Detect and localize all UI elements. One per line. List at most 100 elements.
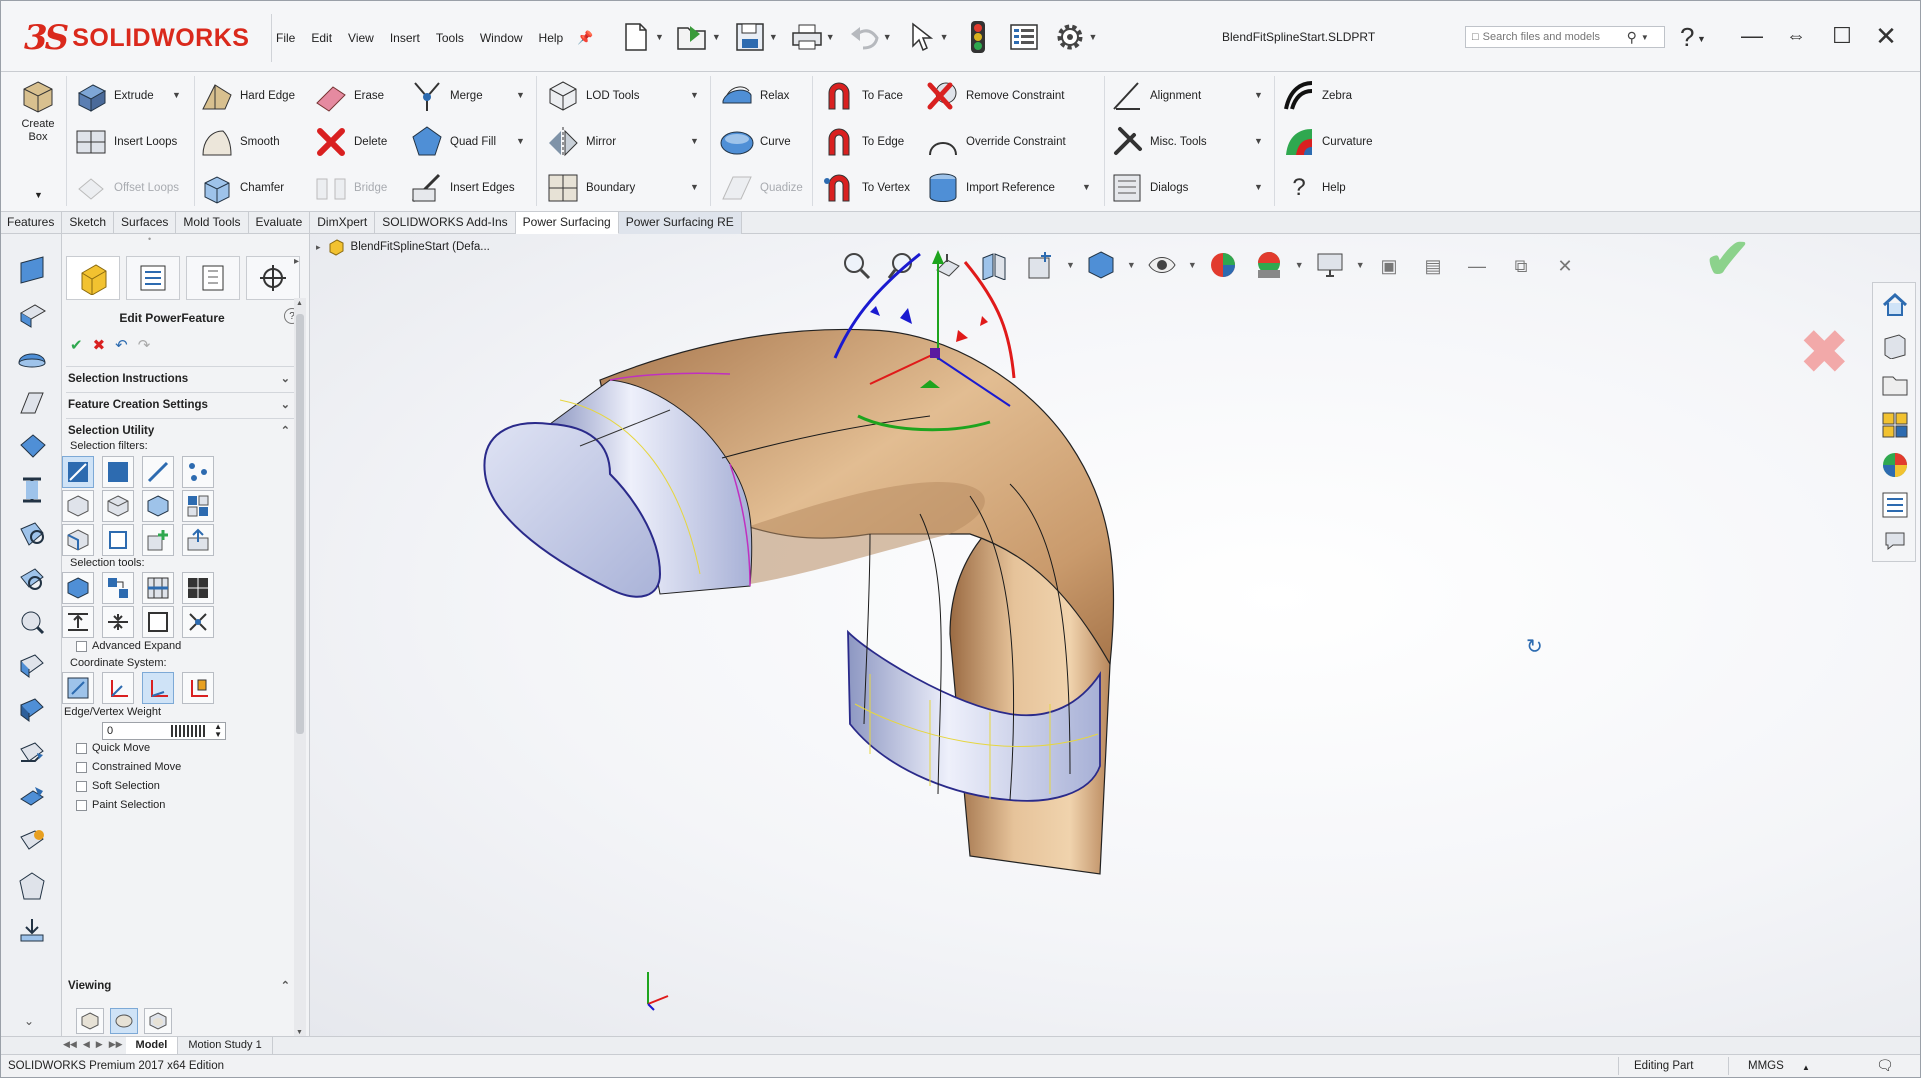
custom-properties-button[interactable]: [1877, 487, 1913, 523]
tab-property-manager[interactable]: [126, 256, 180, 300]
delete-face-button[interactable]: [12, 866, 52, 906]
offset-surface-button[interactable]: [12, 558, 52, 598]
search-box[interactable]: □ ⚲ ▼: [1465, 26, 1665, 48]
chevron-down-icon[interactable]: ▼: [769, 32, 778, 42]
surface-extrude-button[interactable]: [12, 250, 52, 290]
surface-loft-button[interactable]: [12, 382, 52, 422]
filter-vertices-button[interactable]: [182, 456, 214, 488]
chevron-down-icon[interactable]: ▼: [690, 182, 699, 192]
undo-button[interactable]: ▼: [843, 17, 896, 57]
override-constraint-button[interactable]: Override Constraint: [924, 122, 1066, 162]
paint-selection-checkbox[interactable]: Paint Selection: [76, 799, 165, 811]
forum-button[interactable]: [1877, 523, 1913, 559]
spinner-arrows-icon[interactable]: ▲ ▼: [214, 723, 222, 739]
chevron-down-icon[interactable]: ▼: [690, 136, 699, 146]
erase-button[interactable]: Erase: [312, 76, 384, 116]
tab-dimxpert[interactable]: DimXpert: [310, 212, 376, 234]
filter-box-2-button[interactable]: [102, 490, 134, 522]
bridge-button[interactable]: Bridge: [312, 168, 387, 208]
minimize-button[interactable]: —: [1734, 18, 1770, 54]
constrained-move-checkbox[interactable]: Constrained Move: [76, 761, 181, 773]
quad-fill-button[interactable]: Quad Fill ▼: [408, 122, 525, 162]
tab-dimxpert-manager[interactable]: [246, 256, 300, 300]
select-ring-button[interactable]: [182, 572, 214, 604]
coord-world-button[interactable]: [62, 672, 94, 704]
to-vertex-button[interactable]: To Vertex: [820, 168, 910, 208]
filter-faces-button[interactable]: [102, 456, 134, 488]
remove-constraint-button[interactable]: Remove Constraint: [924, 76, 1064, 116]
delete-button[interactable]: Delete: [312, 122, 387, 162]
file-properties-button[interactable]: [1003, 17, 1045, 57]
close-button[interactable]: ✕: [1868, 18, 1904, 54]
scroll-down-icon[interactable]: ▼: [296, 1029, 303, 1036]
first-tab-icon[interactable]: ◀◀: [60, 1037, 80, 1054]
surface-revolve-button[interactable]: [12, 294, 52, 334]
view-palette-button[interactable]: [1877, 407, 1913, 443]
advanced-expand-checkbox[interactable]: Advanced Expand: [76, 640, 181, 652]
to-face-button[interactable]: To Face: [820, 76, 903, 116]
to-edge-button[interactable]: To Edge: [820, 122, 904, 162]
scroll-up-icon[interactable]: ▲: [296, 300, 303, 307]
quick-move-checkbox[interactable]: Quick Move: [76, 742, 150, 754]
offset-loops-button[interactable]: Offset Loops: [72, 168, 179, 208]
open-document-button[interactable]: ▼: [672, 17, 725, 57]
hard-edge-button[interactable]: Hard Edge: [198, 76, 295, 116]
coord-local-button[interactable]: [102, 672, 134, 704]
design-library-button[interactable]: [1877, 327, 1913, 363]
menu-tools[interactable]: Tools: [428, 28, 472, 48]
maximize-button[interactable]: ☐: [1824, 18, 1860, 54]
filter-lines-button[interactable]: [142, 456, 174, 488]
replace-face-button[interactable]: [12, 910, 52, 950]
chevron-right-icon[interactable]: ▸: [294, 256, 299, 267]
next-tab-icon[interactable]: ▶: [93, 1037, 106, 1054]
menu-help[interactable]: Help: [531, 28, 572, 48]
tab-surfaces[interactable]: Surfaces: [114, 212, 177, 234]
view-box-button[interactable]: [76, 1008, 104, 1034]
surface-sweep-button[interactable]: [12, 338, 52, 378]
save-button[interactable]: ▼: [729, 17, 782, 57]
chevron-down-icon[interactable]: ▼: [940, 32, 949, 42]
confirmation-ok-button[interactable]: ✔: [1704, 226, 1751, 292]
quadize-button[interactable]: Quadize: [718, 168, 803, 208]
select-loop-button[interactable]: [142, 572, 174, 604]
file-explorer-button[interactable]: [1877, 367, 1913, 403]
lod-tools-button[interactable]: LOD Tools ▼: [544, 76, 699, 116]
boundary-button[interactable]: Boundary ▼: [544, 168, 699, 208]
tab-motion-study[interactable]: Motion Study 1: [178, 1037, 273, 1054]
menu-edit[interactable]: Edit: [303, 28, 340, 48]
import-reference-button[interactable]: Import Reference ▼: [924, 168, 1091, 208]
filter-box-4-button[interactable]: [62, 524, 94, 556]
planar-surface-button[interactable]: [12, 514, 52, 554]
solidworks-logo[interactable]: 3S SOLIDWORKS: [24, 14, 272, 62]
merge-button[interactable]: Merge ▼: [408, 76, 525, 116]
menu-insert[interactable]: Insert: [382, 28, 428, 48]
chevron-up-icon[interactable]: ▲: [1802, 1063, 1810, 1072]
coord-screen-button[interactable]: [142, 672, 174, 704]
curve-button[interactable]: Curve: [718, 122, 791, 162]
filter-up-button[interactable]: [182, 524, 214, 556]
chevron-down-icon[interactable]: ▼: [1089, 32, 1098, 42]
curvature-button[interactable]: Curvature: [1280, 122, 1373, 162]
chevron-down-icon[interactable]: ▼: [1254, 136, 1263, 146]
filter-grid-button[interactable]: [182, 490, 214, 522]
previous-tab-icon[interactable]: ◀: [80, 1037, 93, 1054]
view-both-button[interactable]: [144, 1008, 172, 1034]
chevron-down-icon[interactable]: ▼: [516, 90, 525, 100]
tab-feature-manager[interactable]: [66, 256, 120, 300]
insert-loops-button[interactable]: Insert Loops: [72, 122, 177, 162]
menu-window[interactable]: Window: [472, 28, 531, 48]
tab-features[interactable]: Features: [0, 212, 63, 234]
chevron-down-icon[interactable]: ▼: [1254, 182, 1263, 192]
boundary-surface-button[interactable]: [12, 426, 52, 466]
filter-add-button[interactable]: [142, 524, 174, 556]
menu-file[interactable]: File: [268, 28, 303, 48]
chevron-down-icon[interactable]: ▼: [1082, 182, 1091, 192]
extend-surface-button[interactable]: [12, 690, 52, 730]
select-all-button[interactable]: [62, 572, 94, 604]
smooth-button[interactable]: Smooth: [198, 122, 280, 162]
chevron-down-icon[interactable]: ⌄: [24, 1014, 34, 1028]
confirmation-cancel-button[interactable]: ✖: [1800, 318, 1849, 386]
tab-evaluate[interactable]: Evaluate: [249, 212, 311, 234]
ruled-surface-button[interactable]: [12, 602, 52, 642]
ok-button[interactable]: ✔: [70, 336, 83, 354]
